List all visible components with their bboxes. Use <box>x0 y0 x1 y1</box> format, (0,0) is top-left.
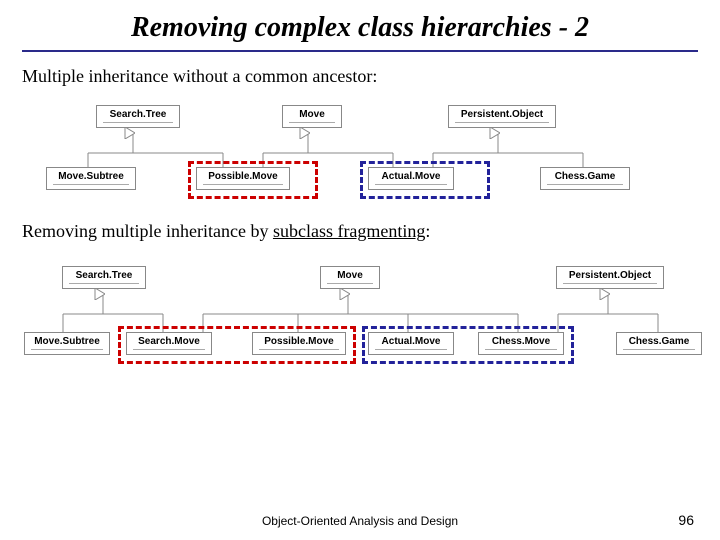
highlight-red <box>188 161 318 199</box>
highlight-blue <box>360 161 490 199</box>
highlight-blue-2 <box>362 326 574 364</box>
footer-text: Object-Oriented Analysis and Design <box>0 514 720 528</box>
class-chess-game: Chess.Game <box>540 167 630 190</box>
class-move-2: Move <box>320 266 380 289</box>
class-label: Move.Subtree <box>34 336 100 347</box>
title-rule <box>22 50 698 52</box>
class-move-subtree-2: Move.Subtree <box>24 332 110 355</box>
class-search-tree: Search.Tree <box>96 105 180 128</box>
class-label: Move.Subtree <box>58 171 124 182</box>
class-label: Move <box>337 270 363 281</box>
section2-b: subclass fragmenting <box>273 221 425 241</box>
section2-c: : <box>425 221 430 241</box>
class-label: Persistent.Object <box>461 109 543 120</box>
class-label: Chess.Game <box>555 171 616 182</box>
diagram-1: Search.Tree Move Persistent.Object Move.… <box>28 95 692 205</box>
highlight-red-2 <box>118 326 356 364</box>
footer: Object-Oriented Analysis and Design 96 <box>0 514 720 528</box>
class-search-tree-2: Search.Tree <box>62 266 146 289</box>
page-number: 96 <box>678 512 694 528</box>
intro-text: Multiple inheritance without a common an… <box>0 62 720 95</box>
class-label: Chess.Game <box>629 336 690 347</box>
class-chess-game-2: Chess.Game <box>616 332 702 355</box>
class-label: Move <box>299 109 325 120</box>
class-move: Move <box>282 105 342 128</box>
section2-a: Removing multiple inheritance by <box>22 221 273 241</box>
class-label: Search.Tree <box>76 270 133 281</box>
diagram-2: Search.Tree Move Persistent.Object Move.… <box>28 254 692 374</box>
section-2-text: Removing multiple inheritance by subclas… <box>0 205 720 250</box>
class-label: Persistent.Object <box>569 270 651 281</box>
slide-title: Removing complex class hierarchies - 2 <box>0 0 720 50</box>
class-persistent-object: Persistent.Object <box>448 105 556 128</box>
class-move-subtree: Move.Subtree <box>46 167 136 190</box>
class-label: Search.Tree <box>110 109 167 120</box>
class-persistent-object-2: Persistent.Object <box>556 266 664 289</box>
